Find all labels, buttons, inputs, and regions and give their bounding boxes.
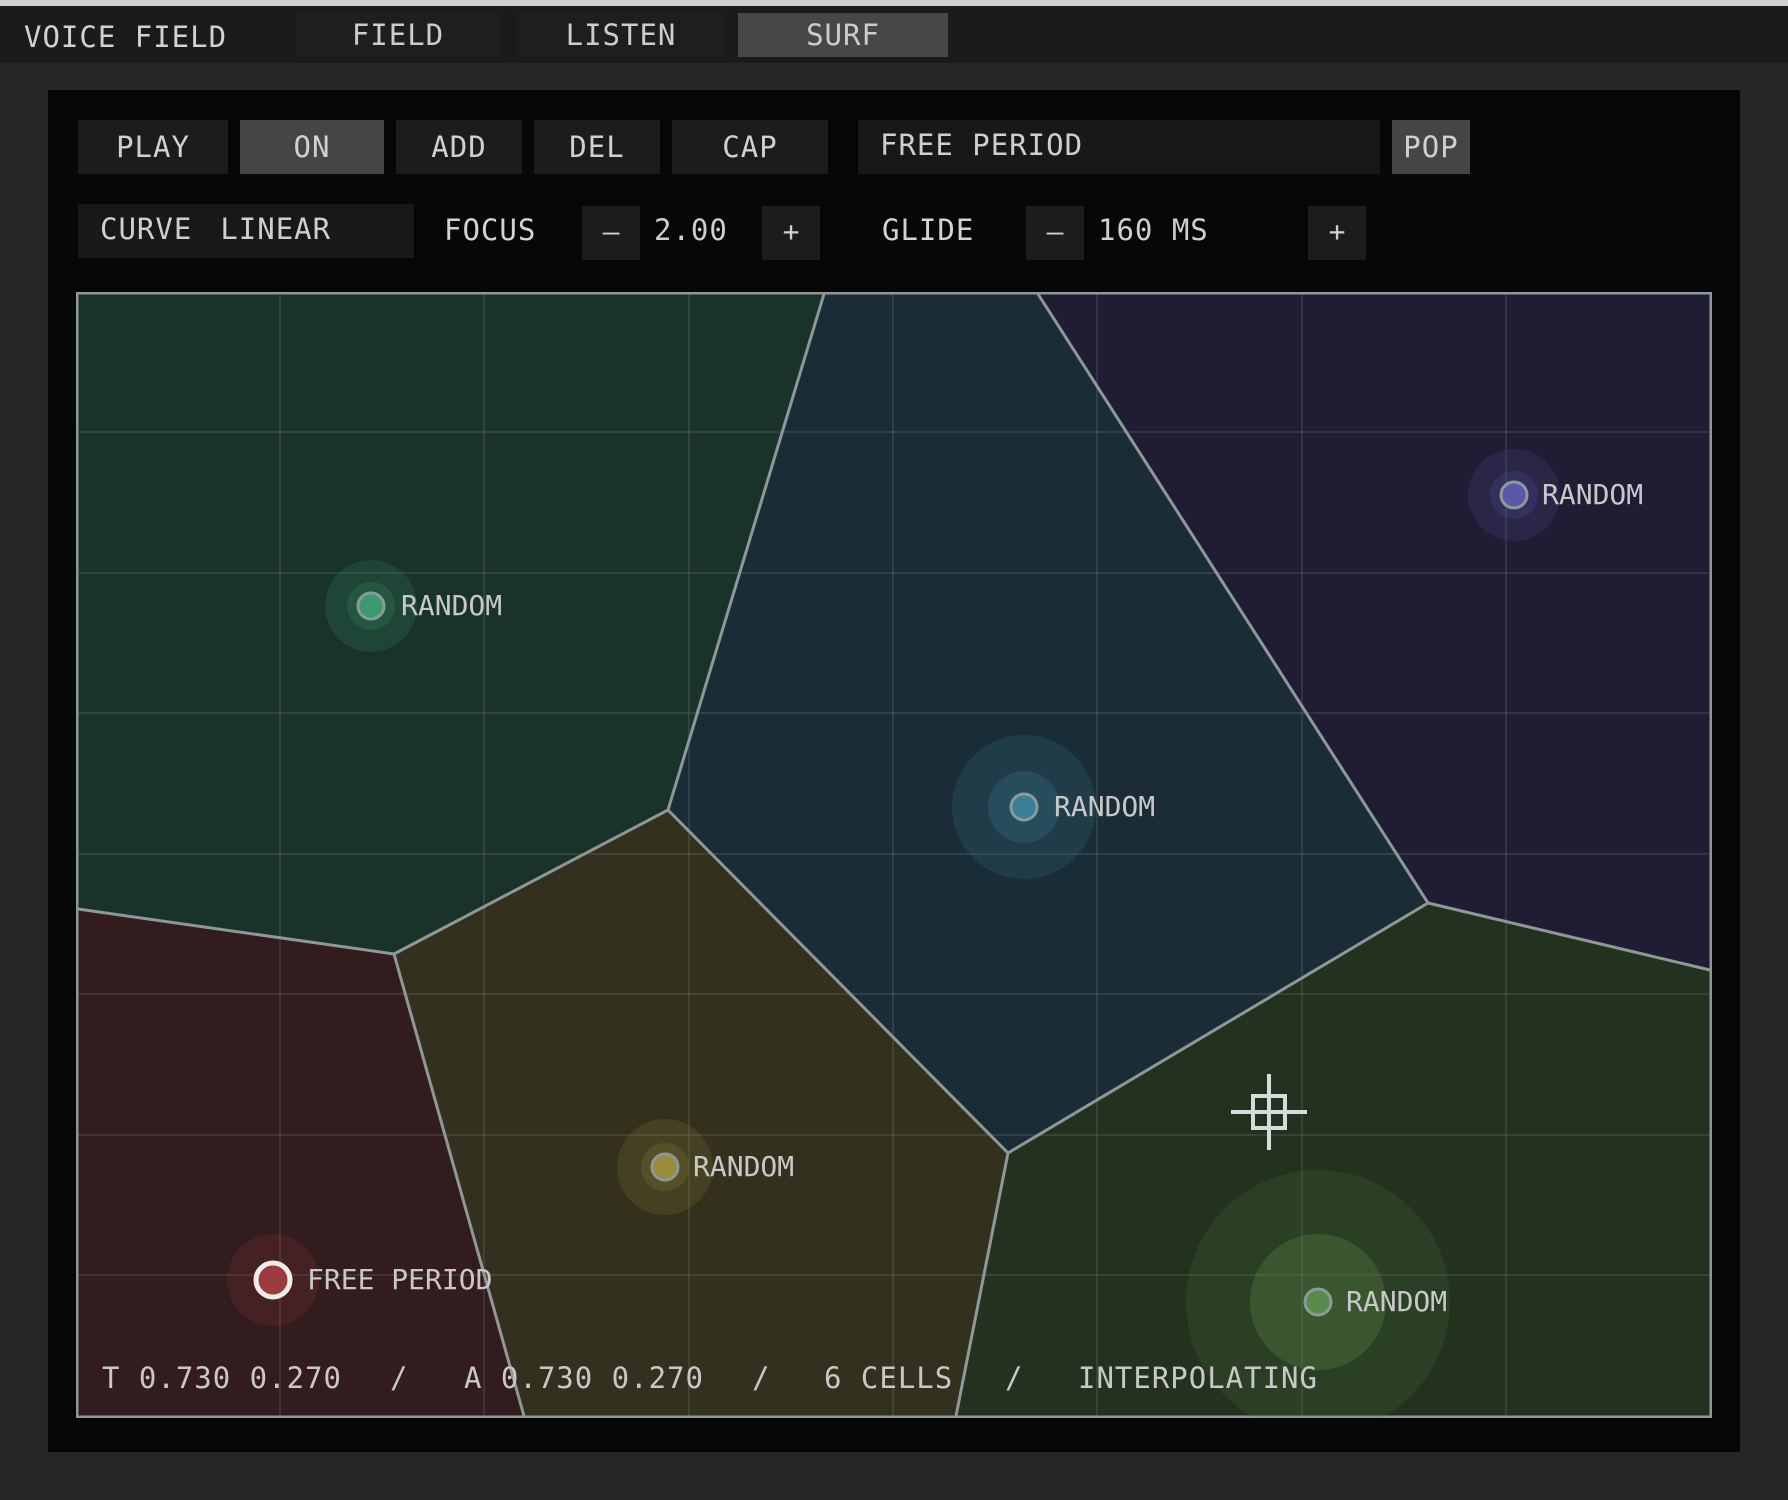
status-separator: / — [1005, 1361, 1024, 1395]
on-toggle-button[interactable]: ON — [240, 120, 384, 174]
cell-name-input[interactable]: FREE PERIOD — [858, 120, 1380, 174]
status-separator: / — [390, 1361, 409, 1395]
tab-field[interactable]: FIELD — [296, 13, 500, 57]
seed-dot[interactable] — [1499, 480, 1529, 510]
add-button[interactable]: ADD — [396, 120, 522, 174]
cap-button[interactable]: CAP — [672, 120, 828, 174]
focus-decrement-button[interactable]: – — [582, 206, 640, 260]
seed-label: RANDOM — [693, 1150, 794, 1183]
focus-increment-button[interactable]: + — [762, 206, 820, 260]
del-button[interactable]: DEL — [534, 120, 660, 174]
seed-label: RANDOM — [401, 589, 502, 622]
seed-dot[interactable] — [1009, 792, 1039, 822]
tab-surf[interactable]: SURF — [738, 13, 948, 57]
pop-button[interactable]: POP — [1392, 120, 1470, 174]
focus-label: FOCUS — [444, 213, 537, 247]
seed-label: RANDOM — [1054, 790, 1155, 823]
glide-increment-button[interactable]: + — [1308, 206, 1366, 260]
seed-label: RANDOM — [1542, 478, 1643, 511]
curve-selector[interactable]: CURVE LINEAR — [78, 204, 414, 258]
top-bar: VOICE FIELD FIELD LISTEN SURF — [0, 6, 1788, 63]
status-state: INTERPOLATING — [1078, 1361, 1318, 1395]
voice-field-canvas[interactable]: RANDOM RANDOM RANDOM RANDOM RANDOM FREE … — [76, 292, 1712, 1418]
curve-value: LINEAR — [220, 212, 332, 246]
seed-label: RANDOM — [1346, 1285, 1447, 1318]
curve-label: CURVE — [100, 212, 193, 246]
play-button[interactable]: PLAY — [78, 120, 228, 174]
seed-dot[interactable] — [1303, 1287, 1333, 1317]
status-cell-count: 6 CELLS — [824, 1361, 954, 1395]
seed-dot[interactable] — [356, 591, 386, 621]
seed-dot[interactable] — [650, 1152, 680, 1182]
glide-decrement-button[interactable]: – — [1026, 206, 1084, 260]
focus-value: 2.00 — [654, 213, 728, 247]
status-target: T 0.730 0.270 — [102, 1361, 342, 1395]
glide-value: 160 MS — [1098, 213, 1209, 247]
status-actual: A 0.730 0.270 — [464, 1361, 704, 1395]
tab-listen[interactable]: LISTEN — [518, 13, 724, 57]
app-title: VOICE FIELD — [24, 20, 228, 54]
seed-label: FREE PERIOD — [307, 1263, 492, 1296]
seed-dot-selected[interactable] — [253, 1260, 293, 1300]
glide-label: GLIDE — [882, 213, 975, 247]
status-separator: / — [752, 1361, 771, 1395]
